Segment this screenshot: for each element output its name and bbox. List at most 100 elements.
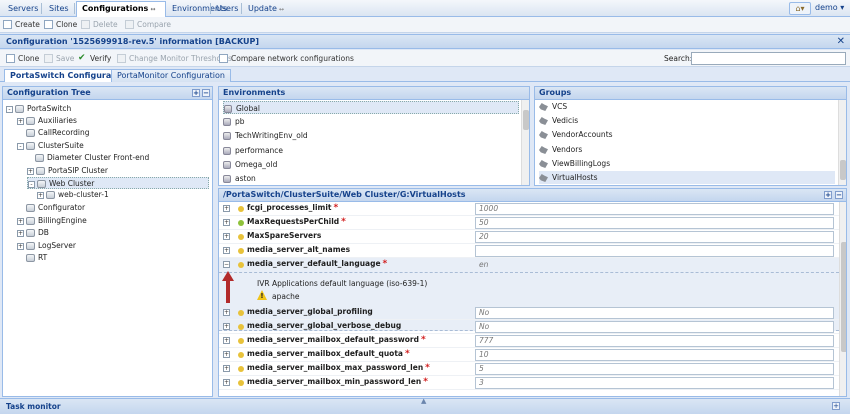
- tree-item[interactable]: Configurator: [26, 202, 85, 214]
- environments-scrollbar[interactable]: [521, 100, 529, 185]
- param-value[interactable]: 5: [475, 363, 834, 375]
- tree-item[interactable]: + web-cluster-1: [37, 189, 109, 201]
- compare-network-button[interactable]: Compare network configurations: [219, 53, 354, 65]
- param-row[interactable]: + fcgi_processes_limit * 1000: [219, 202, 839, 216]
- expand-icon[interactable]: +: [223, 309, 230, 316]
- tree-item[interactable]: Diameter Cluster Front-end: [35, 152, 149, 164]
- expand-all-icon[interactable]: +: [824, 191, 832, 199]
- expand-icon[interactable]: +: [223, 365, 230, 372]
- tree-item[interactable]: + Auxiliaries: [17, 115, 77, 127]
- tree-item[interactable]: + BillingEngine: [17, 215, 87, 227]
- nav-tab-users[interactable]: Users: [211, 2, 243, 15]
- tree-item[interactable]: CallRecording: [26, 127, 90, 139]
- scrollbar-thumb[interactable]: [523, 110, 529, 130]
- param-row[interactable]: + media_server_mailbox_default_quota * 10: [219, 348, 839, 362]
- collapse-icon[interactable]: -: [17, 142, 24, 150]
- expand-icon[interactable]: +: [17, 217, 24, 225]
- expand-icon[interactable]: +: [223, 323, 230, 330]
- param-row[interactable]: + media_server_mailbox_default_password *…: [219, 334, 839, 348]
- expand-icon[interactable]: +: [223, 219, 230, 226]
- tree-item[interactable]: + PortaSIP Cluster: [27, 165, 108, 177]
- expand-icon[interactable]: +: [223, 205, 230, 212]
- expand-icon[interactable]: +: [27, 167, 34, 175]
- expand-all-icon[interactable]: +: [192, 89, 200, 97]
- list-item[interactable]: ViewBillingLogs: [539, 157, 610, 170]
- param-row[interactable]: + media_server_mailbox_max_password_len *…: [219, 362, 839, 376]
- param-row[interactable]: + media_server_global_verbose_debug No: [219, 320, 839, 334]
- expand-icon[interactable]: +: [17, 117, 24, 125]
- param-value[interactable]: 10: [475, 349, 834, 361]
- tree-item[interactable]: - PortaSwitch: [6, 103, 71, 115]
- param-value[interactable]: en: [475, 259, 834, 271]
- chevron-up-icon[interactable]: ▲: [421, 397, 426, 405]
- expand-icon[interactable]: +: [223, 233, 230, 240]
- arrow-up-icon: [222, 271, 234, 303]
- list-item[interactable]: Omega_old: [223, 158, 277, 171]
- nav-tab-servers[interactable]: Servers: [3, 2, 43, 15]
- user-menu[interactable]: demo ▾: [815, 3, 844, 12]
- nav-tab-update[interactable]: Update ↔: [243, 2, 289, 15]
- tree-item[interactable]: + DB: [17, 227, 49, 239]
- save-button[interactable]: Save: [44, 53, 74, 65]
- expand-icon[interactable]: +: [223, 351, 230, 358]
- change-thresholds-button[interactable]: Change Monitor Thresholds: [117, 53, 232, 65]
- compare-button[interactable]: Compare: [125, 19, 171, 31]
- expand-icon[interactable]: +: [223, 247, 230, 254]
- clone-button[interactable]: Clone: [44, 19, 77, 31]
- list-item-selected[interactable]: VirtualHosts: [539, 171, 835, 184]
- verify-button[interactable]: ✔ Verify: [78, 53, 111, 65]
- expand-icon[interactable]: +: [37, 191, 44, 199]
- scrollbar-thumb[interactable]: [841, 242, 846, 352]
- tree-item[interactable]: + LogServer: [17, 240, 76, 252]
- expand-icon[interactable]: +: [17, 242, 24, 250]
- param-row[interactable]: + media_server_mailbox_min_password_len *…: [219, 376, 839, 390]
- nav-tab-configurations[interactable]: Configurations ↔: [76, 1, 166, 17]
- nav-tab-sites[interactable]: Sites: [44, 2, 74, 15]
- create-button[interactable]: Create: [3, 19, 40, 31]
- list-item[interactable]: performance: [223, 144, 283, 157]
- collapse-all-icon[interactable]: −: [835, 191, 843, 199]
- list-item[interactable]: pb: [223, 115, 245, 128]
- expand-icon[interactable]: +: [223, 337, 230, 344]
- param-value[interactable]: 777: [475, 335, 834, 347]
- scrollbar-thumb[interactable]: [840, 160, 846, 180]
- param-row-expanded[interactable]: − media_server_default_language * en: [219, 258, 839, 273]
- list-item[interactable]: VCS: [539, 100, 567, 113]
- list-item-selected[interactable]: Global: [223, 101, 519, 114]
- groups-scrollbar[interactable]: [838, 100, 846, 185]
- collapse-all-icon[interactable]: −: [202, 89, 210, 97]
- clone-config-button[interactable]: Clone: [6, 53, 39, 65]
- delete-button[interactable]: Delete: [81, 19, 118, 31]
- search-input[interactable]: [691, 52, 846, 65]
- param-value[interactable]: No: [475, 321, 834, 333]
- expand-icon[interactable]: +: [832, 402, 840, 410]
- collapse-icon[interactable]: −: [223, 261, 230, 268]
- param-value[interactable]: 3: [475, 377, 834, 389]
- tree-item[interactable]: RT: [26, 252, 47, 264]
- expand-icon[interactable]: +: [17, 229, 24, 237]
- param-row[interactable]: + media_server_alt_names: [219, 244, 839, 258]
- param-row[interactable]: + MaxSpareServers 20: [219, 230, 839, 244]
- param-value[interactable]: [475, 245, 834, 257]
- list-item[interactable]: VendorAccounts: [539, 128, 613, 141]
- param-row[interactable]: + MaxRequestsPerChild * 50: [219, 216, 839, 230]
- param-value[interactable]: 1000: [475, 203, 834, 215]
- tab-portamonitor-configuration[interactable]: PortaMonitor Configuration: [111, 69, 231, 82]
- list-item[interactable]: TechWritingEnv_old: [223, 129, 308, 142]
- tree-item[interactable]: - ClusterSuite: [17, 140, 84, 152]
- param-value[interactable]: 20: [475, 231, 834, 243]
- param-value[interactable]: No: [475, 307, 834, 319]
- list-item[interactable]: Vedicis: [539, 114, 578, 127]
- collapse-icon[interactable]: -: [28, 180, 35, 188]
- expand-icon[interactable]: +: [223, 379, 230, 386]
- home-icon[interactable]: ⌂▾: [789, 2, 811, 15]
- param-value[interactable]: 50: [475, 217, 834, 229]
- tree-item-selected[interactable]: - Web Cluster: [27, 177, 209, 189]
- close-icon[interactable]: ✕: [837, 36, 845, 47]
- list-item[interactable]: aston: [223, 172, 256, 185]
- list-item[interactable]: Vendors: [539, 143, 582, 156]
- param-row[interactable]: + media_server_global_profiling No: [219, 306, 839, 320]
- collapse-icon[interactable]: -: [6, 105, 13, 113]
- params-scrollbar[interactable]: [839, 202, 846, 396]
- task-monitor-bar[interactable]: Task monitor ▲ +: [0, 397, 850, 414]
